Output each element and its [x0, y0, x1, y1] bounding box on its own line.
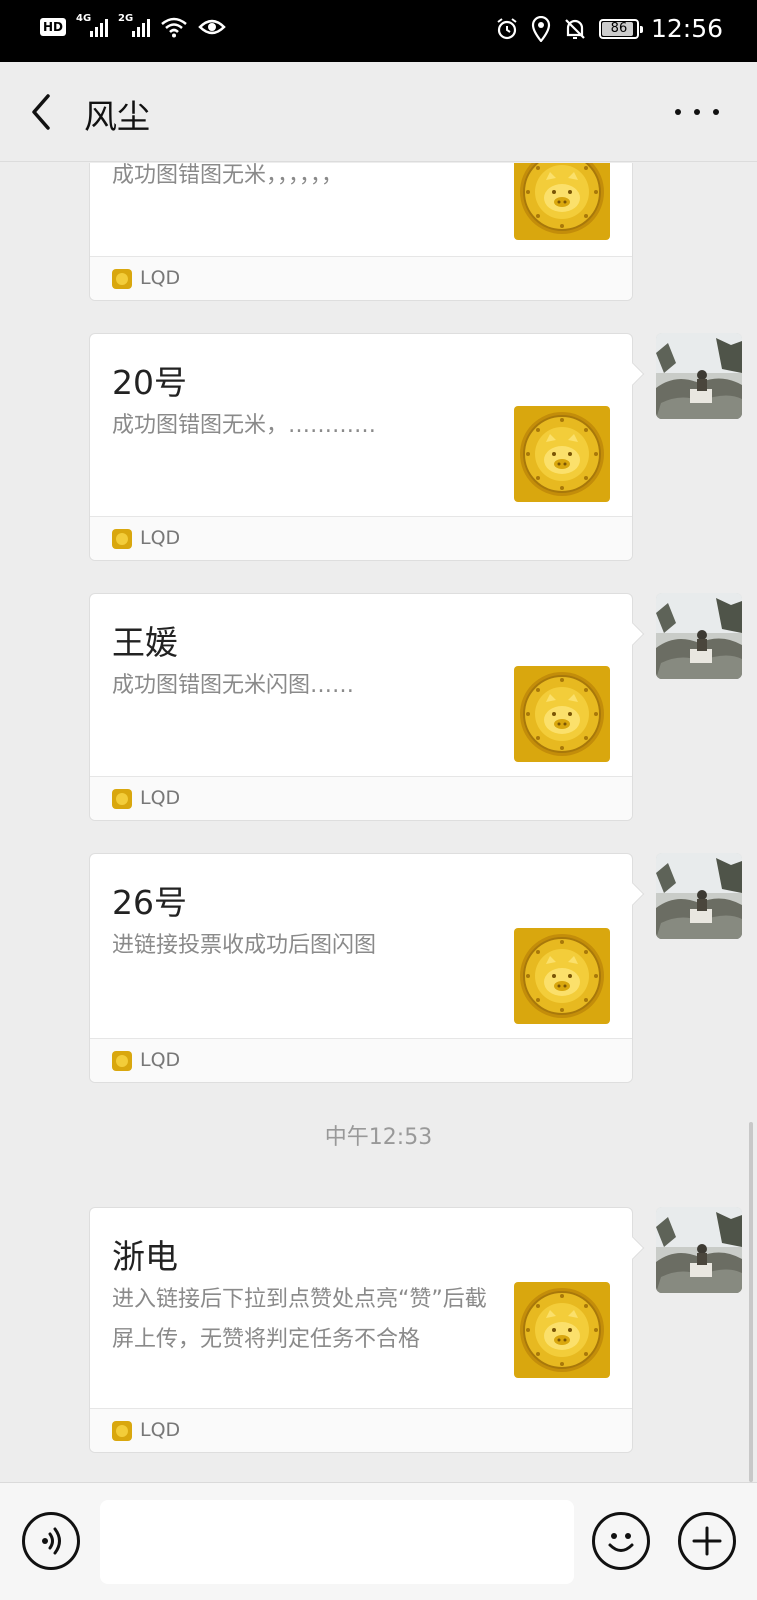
plus-icon	[692, 1526, 722, 1556]
voice-icon	[42, 1527, 61, 1555]
voice-button[interactable]	[22, 1512, 80, 1570]
link-card-message[interactable]: 20号 成功图错图无米，………… LQD	[89, 333, 645, 561]
source-label: LQD	[140, 1049, 181, 1071]
card-description: 成功图错图无米，…………	[112, 413, 377, 438]
source-label: LQD	[140, 1419, 181, 1441]
battery-level: 86	[610, 20, 628, 36]
link-card-message[interactable]: 成功图错图无米，，，，，， LQD	[89, 163, 633, 301]
more-options-button[interactable]	[675, 102, 719, 122]
card-source: LQD	[90, 1408, 632, 1452]
card-source: LQD	[90, 1038, 632, 1082]
input-bar	[0, 1482, 757, 1600]
signal-icon-2: 2G	[118, 13, 151, 37]
wifi-icon	[161, 17, 187, 38]
card-description: 成功图错图无米，，，，，，	[112, 163, 344, 188]
source-label: LQD	[140, 787, 181, 809]
message-input[interactable]	[100, 1500, 574, 1584]
avatar[interactable]	[656, 1207, 742, 1293]
card-source: LQD	[90, 256, 632, 300]
hd-icon: HD	[40, 18, 67, 36]
message-timestamp: 中午12:53	[324, 1125, 433, 1150]
avatar[interactable]	[656, 853, 742, 939]
back-button[interactable]	[22, 90, 62, 134]
link-card-message[interactable]: 26号 进链接投票收成功后图闪图 LQD	[89, 853, 645, 1083]
card-description: 成功图错图无米闪图……	[112, 673, 355, 698]
signal-label: 4G	[76, 13, 92, 24]
card-description: 进链接投票收成功后图闪图	[112, 933, 377, 958]
avatar[interactable]	[656, 593, 742, 679]
more-functions-button[interactable]	[678, 1512, 736, 1570]
eye-icon	[198, 19, 226, 35]
avatar[interactable]	[656, 333, 742, 419]
title-bar: 风尘	[0, 62, 757, 162]
source-label: LQD	[140, 527, 181, 549]
status-bar: HD 4G 2G 86 12:56	[0, 0, 757, 62]
chevron-left-icon	[32, 94, 50, 130]
smiley-icon	[608, 1533, 634, 1552]
dot-icon	[694, 109, 700, 115]
coin-thumbnail	[514, 406, 610, 502]
chat-area[interactable]: 成功图错图无米，，，，，， LQD 20号 成功图错图无米，………… LQD 王…	[0, 163, 757, 1481]
signal-icon: 4G	[76, 13, 109, 37]
source-label: LQD	[140, 267, 181, 289]
emoji-button[interactable]	[592, 1512, 650, 1570]
coin-thumbnail	[514, 1282, 610, 1378]
dot-icon	[713, 109, 719, 115]
source-app-icon	[112, 269, 132, 289]
card-title: 20号	[112, 363, 187, 402]
status-time: 12:56	[650, 14, 723, 43]
signal-label-2: 2G	[118, 13, 134, 24]
card-title: 26号	[112, 883, 187, 922]
link-card-message[interactable]: 王媛 成功图错图无米闪图…… LQD	[89, 593, 645, 821]
mute-bell-icon	[565, 18, 585, 39]
scrollbar[interactable]	[749, 1122, 753, 1482]
card-title: 王媛	[112, 623, 178, 662]
source-app-icon	[112, 529, 132, 549]
coin-thumbnail	[514, 666, 610, 762]
page-title: 风尘	[84, 97, 150, 136]
card-description: 进入链接后下拉到点赞处点亮“赞”后截屏上传，无赞将判定任务不合格	[112, 1287, 487, 1352]
coin-thumbnail	[514, 163, 610, 240]
source-app-icon	[112, 1051, 132, 1071]
card-source: LQD	[90, 776, 632, 820]
source-app-icon	[112, 789, 132, 809]
card-source: LQD	[90, 516, 632, 560]
coin-thumbnail	[514, 928, 610, 1024]
source-app-icon	[112, 1421, 132, 1441]
dot-icon	[675, 109, 681, 115]
link-card-message[interactable]: 浙电 进入链接后下拉到点赞处点亮“赞”后截屏上传，无赞将判定任务不合格 LQD	[89, 1207, 645, 1453]
battery-icon: 86	[598, 18, 643, 39]
alarm-icon	[497, 17, 517, 39]
card-title: 浙电	[112, 1237, 178, 1276]
location-icon	[531, 15, 551, 42]
